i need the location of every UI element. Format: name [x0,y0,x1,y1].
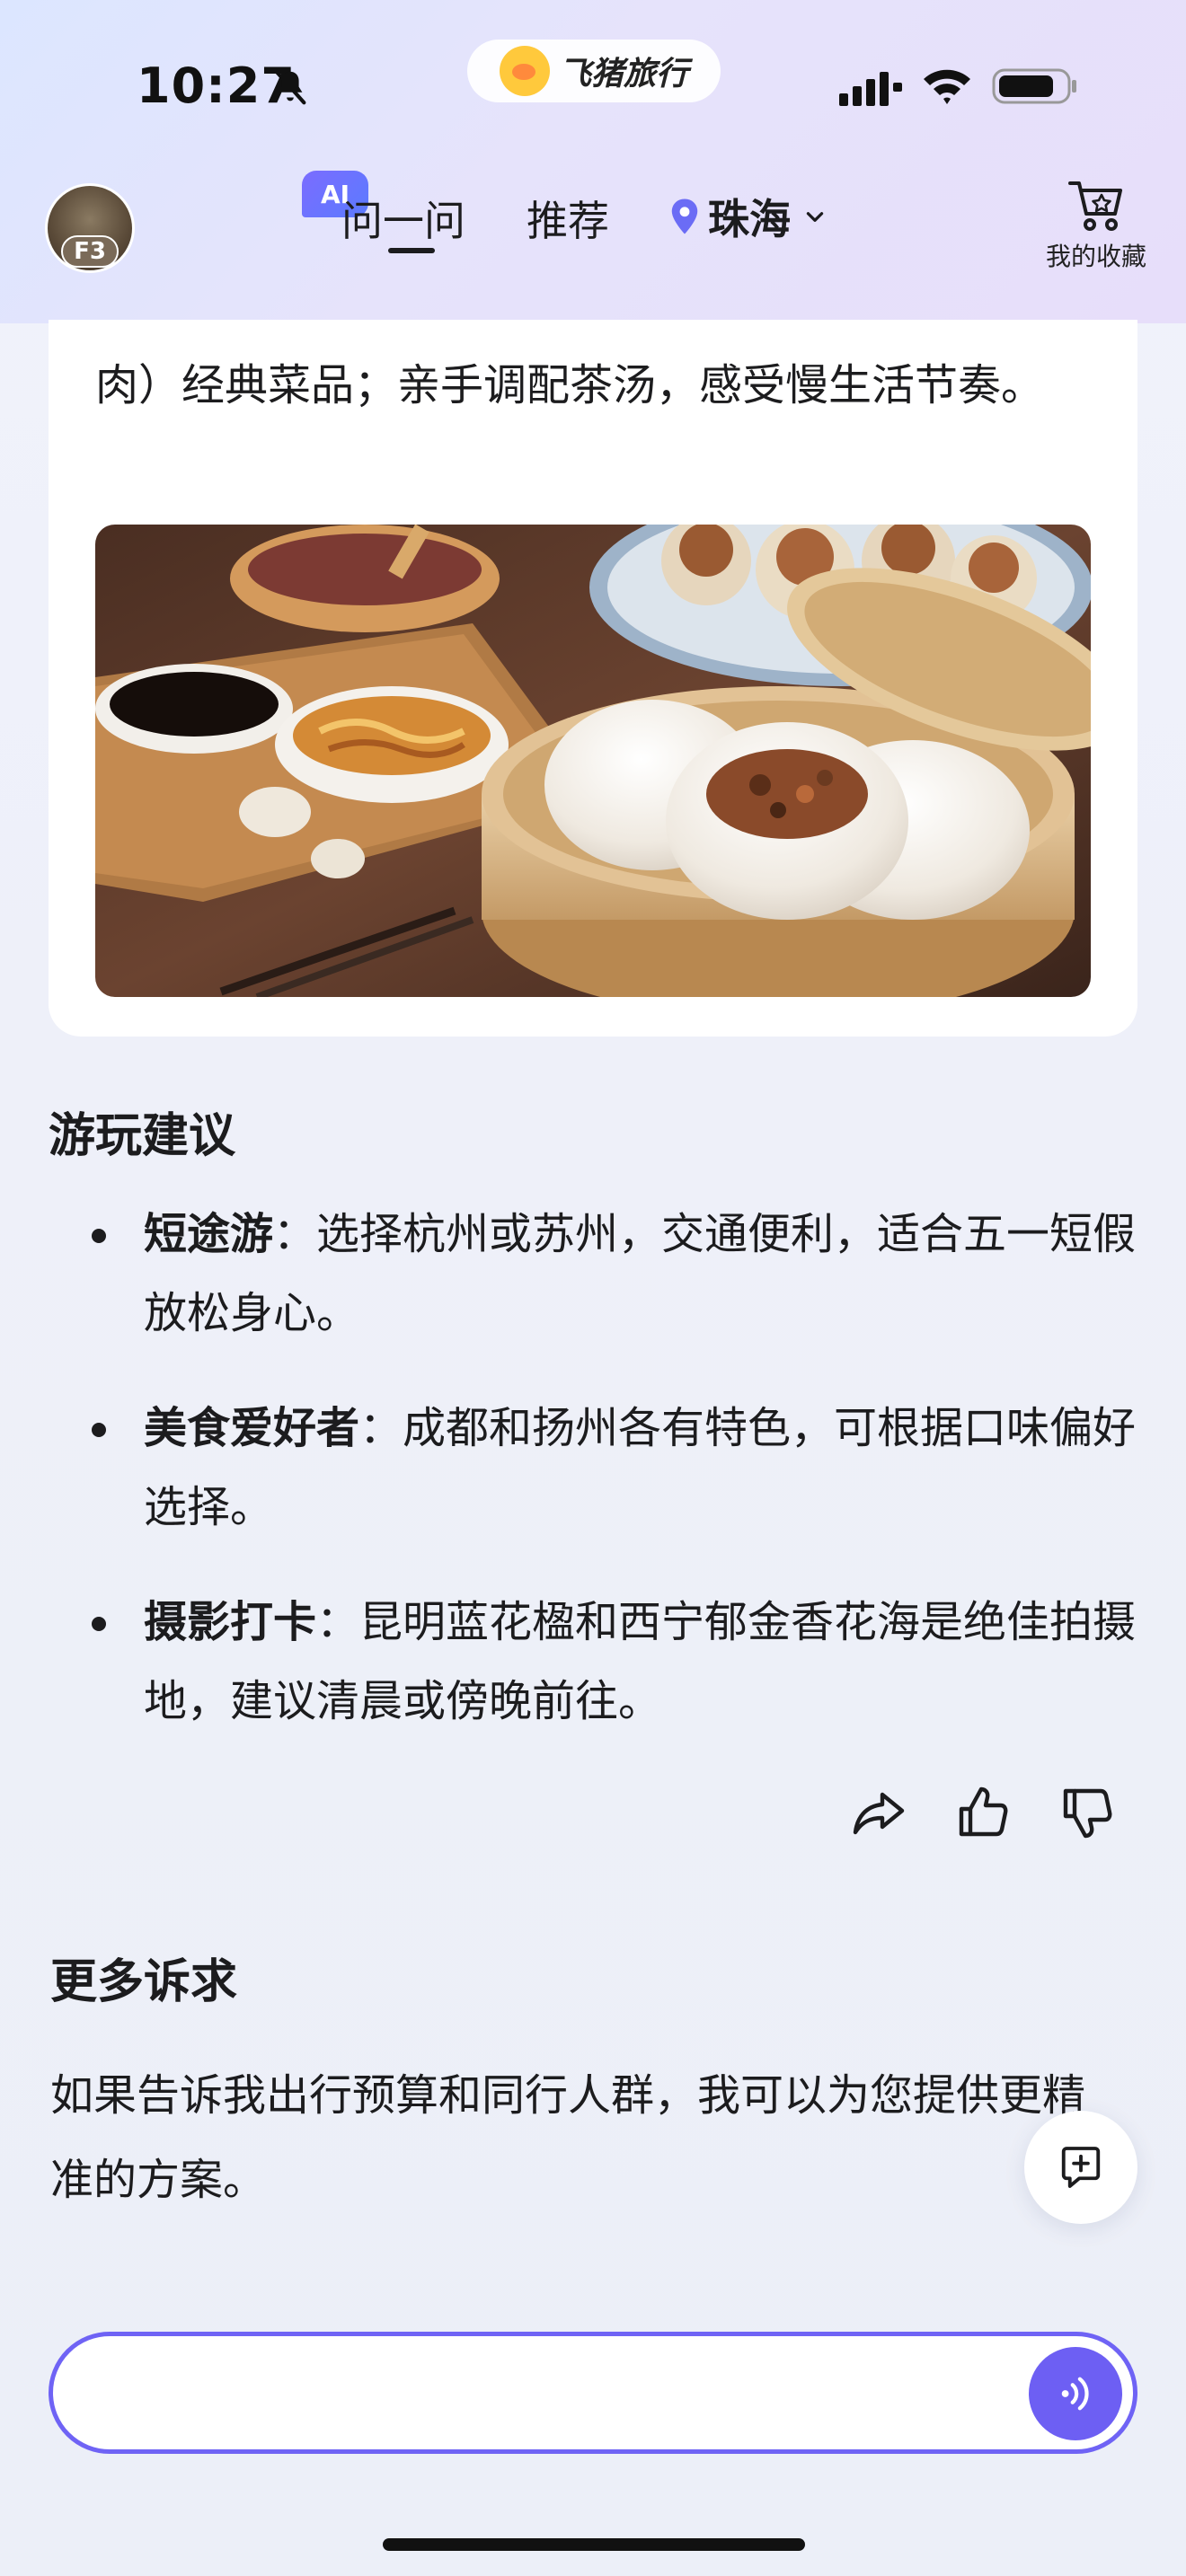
more-requests-text: 如果告诉我出行预算和同行人群，我可以为您提供更精准的方案。 [50,2070,1086,2205]
avatar-level-badge: F3 [61,235,119,268]
bullet-icon [92,1617,106,1631]
new-chat-icon [1061,2147,1101,2188]
food-photo-illustration [95,525,1091,997]
voice-wave-icon [1061,2377,1089,2411]
list-item: 短途游：选择杭州或苏州，交通便利，适合五一短假放松身心。 [49,1195,1141,1353]
voice-input-button[interactable] [1029,2347,1122,2440]
chevron-down-icon [806,212,824,222]
chat-input[interactable] [100,2363,1007,2422]
status-bar: 10:27 飞猪旅行 [0,0,1186,153]
content-card: 肉）经典菜品；亲手调配茶汤，感受慢生活节奏。 [49,320,1137,1037]
home-indicator [383,2538,805,2551]
new-chat-button[interactable] [1024,2111,1137,2224]
favorites-label: 我的收藏 [1045,242,1146,271]
food-photo[interactable] [95,525,1091,997]
tip-separator: ： [316,1597,360,1647]
bullet-icon [92,1423,106,1437]
tips-list: 短途游：选择杭州或苏州，交通便利，适合五一短假放松身心。 美食爱好者：成都和扬州… [49,1195,1141,1777]
tab-recommend[interactable]: 推荐 [527,189,609,248]
app-name: 飞猪旅行 [558,56,688,93]
battery-icon [992,68,1076,104]
location-label: 珠海 [708,195,791,243]
thumbs-down-icon[interactable] [1058,1784,1116,1841]
tips-heading: 游玩建议 [49,1109,236,1163]
list-item: 摄影打卡：昆明蓝花楹和西宁郁金香花海是绝佳拍摄地，建议清晨或傍晚前往。 [49,1583,1141,1741]
location-pin-icon [671,198,698,234]
bell-muted-icon [274,69,306,105]
card-text: 肉）经典菜品；亲手调配茶汤，感受慢生活节奏。 [95,360,1045,410]
bullet-icon [92,1229,106,1243]
more-requests-heading: 更多诉求 [50,1955,238,2009]
cart-star-icon [1068,181,1122,231]
cellular-signal-icon [839,72,902,106]
thumbs-up-icon[interactable] [954,1784,1012,1841]
tip-separator: ： [359,1403,403,1453]
wifi-icon [924,69,970,104]
list-item: 美食爱好者：成都和扬州各有特色，可根据口味偏好选择。 [49,1389,1141,1547]
favorites-button[interactable]: 我的收藏 [1035,176,1157,273]
tab-ask[interactable]: 问一问 [341,189,465,248]
pig-logo-icon [499,46,550,96]
tip-keyword: 美食爱好者 [144,1403,360,1453]
tip-separator: ： [273,1209,317,1259]
tip-keyword: 摄影打卡 [144,1597,317,1647]
share-icon[interactable] [850,1784,907,1841]
tip-keyword: 短途游 [144,1209,274,1259]
active-tab-indicator [388,248,435,253]
location-selector[interactable]: 珠海 [668,187,827,246]
chat-input-bar [49,2332,1137,2454]
app-return-pill[interactable]: 飞猪旅行 [467,40,721,102]
